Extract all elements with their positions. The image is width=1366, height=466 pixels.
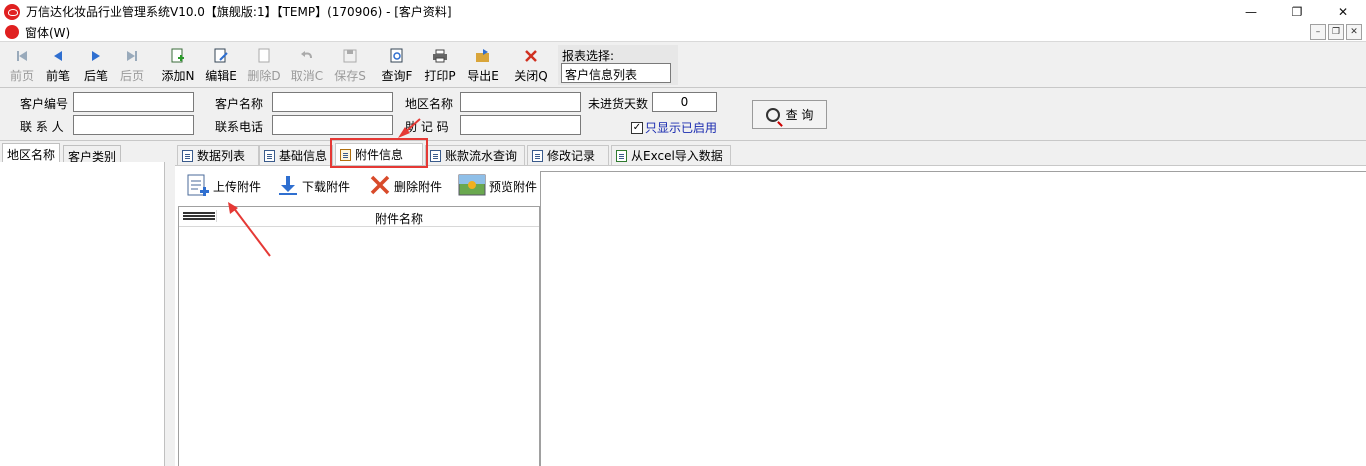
no-purchase-days-input[interactable]: 0 — [652, 92, 717, 112]
customer-no-label: 客户编号 — [20, 97, 69, 111]
prev-page-button[interactable]: 前页 — [2, 47, 42, 87]
delete-button[interactable]: 删除D — [244, 47, 284, 87]
query-toolbar-button[interactable]: 查询F — [377, 47, 417, 87]
tab-modify-log[interactable]: 修改记录 — [527, 145, 609, 165]
edit-button[interactable]: 编辑E — [201, 47, 241, 87]
export-button[interactable]: 导出E — [463, 47, 503, 87]
row-header-icon[interactable] — [181, 210, 217, 222]
print-button[interactable]: 打印P — [420, 47, 460, 87]
left-tree-panel[interactable] — [0, 162, 165, 466]
highlight-box — [330, 138, 428, 168]
customer-name-input[interactable] — [272, 92, 393, 112]
only-enabled-label: 只显示已启用 — [645, 121, 718, 135]
query-button[interactable]: 查 询 — [752, 100, 827, 129]
phone-label: 联系电话 — [215, 120, 264, 134]
main-toolbar: 前页 前笔 后笔 后页 添加N 编辑E 删除D 取消C 保存S 查询F 打印P — [0, 43, 1366, 88]
checkbox-box: ✓ — [631, 121, 643, 134]
window-title: 万信达化妆品行业管理系统V10.0【旗舰版:1】【TEMP】(170906) -… — [26, 5, 452, 19]
close-button[interactable]: ✕ — [1320, 0, 1366, 23]
prev-record-button[interactable]: 前笔 — [38, 47, 78, 87]
panel-splitter[interactable] — [165, 143, 175, 466]
column-attachment-name[interactable]: 附件名称 — [375, 210, 423, 227]
attachment-grid[interactable]: 附件名称 — [178, 206, 540, 466]
info-icon — [264, 149, 275, 162]
contact-input[interactable] — [73, 115, 194, 135]
window-controls: — ❐ ✕ — [1228, 0, 1366, 23]
phone-input[interactable] — [272, 115, 393, 135]
report-label: 报表选择: — [562, 49, 615, 63]
save-button[interactable]: 保存S — [330, 47, 370, 87]
grid-header: 附件名称 — [179, 207, 539, 227]
save-icon — [330, 47, 370, 65]
customer-name-label: 客户名称 — [215, 97, 264, 111]
report-selector: 报表选择: 客户信息列表 — [558, 45, 678, 85]
export-folder-icon — [463, 47, 503, 65]
upload-icon — [186, 173, 210, 200]
tab-category[interactable]: 客户类别 — [63, 145, 122, 164]
undo-icon — [287, 47, 327, 65]
region-label: 地区名称 — [405, 97, 454, 111]
tab-region[interactable]: 地区名称 — [2, 143, 61, 163]
next-page-button[interactable]: 后页 — [112, 47, 152, 87]
close-toolbar-button[interactable]: 关闭Q — [511, 47, 551, 87]
add-button[interactable]: 添加N — [158, 47, 198, 87]
image-preview-icon — [458, 174, 486, 199]
no-purchase-days-label: 未进货天数 — [588, 97, 649, 111]
delete-x-icon — [369, 174, 391, 199]
add-doc-icon — [158, 47, 198, 65]
customer-no-input[interactable] — [73, 92, 194, 112]
upload-attachment-button[interactable]: 上传附件 — [186, 171, 261, 201]
left-arrow-icon — [38, 47, 78, 65]
query-button-label: 查 询 — [785, 108, 814, 122]
minimize-button[interactable]: — — [1228, 0, 1274, 23]
contact-label: 联 系 人 — [20, 120, 64, 134]
tab-data-list[interactable]: 数据列表 — [177, 145, 259, 165]
app-menu-icon[interactable] — [5, 25, 19, 39]
edit-doc-icon — [201, 47, 241, 65]
right-arrow-icon — [76, 47, 116, 65]
title-bar: 万信达化妆品行业管理系统V10.0【旗舰版:1】【TEMP】(170906) -… — [0, 0, 1366, 23]
app-logo-icon — [4, 3, 20, 20]
download-icon — [277, 174, 299, 199]
report-select[interactable]: 客户信息列表 — [561, 63, 671, 83]
delete-attachment-button[interactable]: 删除附件 — [369, 171, 442, 201]
mdi-close-button[interactable]: ✕ — [1346, 24, 1362, 40]
ledger-icon — [430, 149, 441, 162]
search-doc-icon — [377, 47, 417, 65]
log-icon — [532, 149, 543, 162]
region-input[interactable] — [460, 92, 581, 112]
mdi-minimize-button[interactable]: – — [1310, 24, 1326, 40]
cancel-button[interactable]: 取消C — [287, 47, 327, 87]
only-enabled-checkbox[interactable]: ✓ 只显示已启用 — [631, 119, 717, 136]
filter-panel: 客户编号 客户名称 地区名称 未进货天数 0 联 系 人 联系电话 助 记 码 … — [0, 89, 1366, 141]
menu-window[interactable]: 窗体(W) — [25, 24, 70, 41]
maximize-button[interactable]: ❐ — [1274, 0, 1320, 23]
close-x-icon — [511, 47, 551, 65]
tab-excel-import[interactable]: 从Excel导入数据 — [611, 145, 731, 165]
download-attachment-button[interactable]: 下载附件 — [277, 171, 350, 201]
magnifier-icon — [765, 107, 780, 122]
attachment-toolbar: 上传附件 下载附件 删除附件 预览附件 — [180, 171, 540, 201]
mdi-restore-button[interactable]: ❐ — [1328, 24, 1344, 40]
first-arrow-icon — [2, 47, 42, 65]
printer-icon — [420, 47, 460, 65]
mnemonic-input[interactable] — [460, 115, 581, 135]
attachment-preview-panel — [540, 171, 1366, 466]
menu-bar: 窗体(W) – ❐ ✕ — [0, 23, 1366, 42]
delete-doc-icon — [244, 47, 284, 65]
excel-icon — [616, 149, 627, 162]
mnemonic-label: 助 记 码 — [405, 120, 449, 134]
last-arrow-icon — [112, 47, 152, 65]
tab-basic-info[interactable]: 基础信息 — [259, 145, 333, 165]
left-tab-bar: 地区名称 客户类别 — [0, 143, 165, 164]
list-icon — [182, 149, 193, 162]
tab-ledger[interactable]: 账款流水查询 — [425, 145, 525, 165]
next-record-button[interactable]: 后笔 — [76, 47, 116, 87]
mdi-controls: – ❐ ✕ — [1310, 24, 1362, 40]
preview-attachment-button[interactable]: 预览附件 — [458, 171, 537, 201]
